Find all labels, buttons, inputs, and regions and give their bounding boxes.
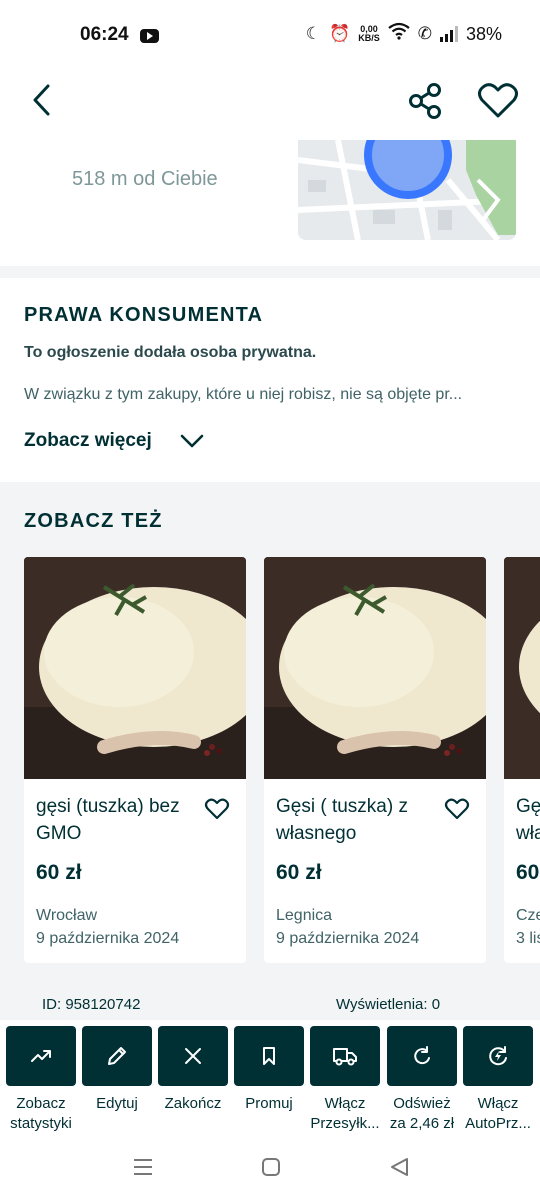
action-label: Zobacz xyxy=(16,1095,66,1112)
heart-icon xyxy=(444,798,470,820)
status-time: 06:24 xyxy=(80,24,129,45)
action-auto-refresh[interactable]: Włącz AutoPrz... xyxy=(460,1026,536,1134)
listing-card[interactable]: Gęsi ( tuszka) z własnego 60 zł Legnica … xyxy=(264,557,486,963)
statistics-button[interactable] xyxy=(6,1026,76,1086)
promote-button[interactable] xyxy=(234,1026,304,1086)
youtube-notification-icon xyxy=(140,29,159,43)
consumer-rights-section: PRAWA KONSUMENTA To ogłoszenie dodała os… xyxy=(0,278,540,480)
listing-views: Wyświetlenia: 0 xyxy=(336,996,441,1013)
listing-favorite-button[interactable] xyxy=(444,797,470,821)
auto-refresh-button[interactable] xyxy=(463,1026,533,1086)
action-label: Edytuj xyxy=(96,1095,138,1112)
location-section: 518 m od Ciebie xyxy=(0,140,540,266)
top-nav xyxy=(0,72,540,140)
alarm-icon: ⏰ xyxy=(329,24,351,43)
heart-icon xyxy=(204,798,230,820)
map-location-circle xyxy=(364,140,452,199)
battery-percentage: 38% xyxy=(465,23,502,44)
private-seller-notice: To ogłoszenie dodała osoba prywatna. xyxy=(24,344,317,361)
listing-card[interactable]: gęsi (tuszka) bez GMO 60 zł Wrocław 9 pa… xyxy=(24,557,246,963)
do-not-disturb-moon-icon: ☾ xyxy=(305,24,322,43)
listing-id: ID: 958120742 xyxy=(42,996,141,1013)
listing-city: Legnica xyxy=(276,907,333,924)
chevron-down-icon xyxy=(180,434,204,448)
enable-shipping-button[interactable] xyxy=(310,1026,380,1086)
distance-text: 518 m od Ciebie xyxy=(72,168,218,190)
back-triangle-icon[interactable] xyxy=(388,1156,410,1178)
recent-apps-icon[interactable] xyxy=(132,1157,154,1177)
see-more-button[interactable]: Zobacz więcej xyxy=(24,430,204,452)
edit-button[interactable] xyxy=(82,1026,152,1086)
action-label-line2: statystyki xyxy=(10,1115,72,1132)
action-finish[interactable]: Zakończ xyxy=(155,1026,231,1114)
listing-image xyxy=(24,557,246,779)
listing-actions-bar: Zobacz statystyki Edytuj Zakończ Promuj … xyxy=(0,1020,540,1144)
see-also-title: ZOBACZ TEŻ xyxy=(24,510,163,532)
action-statistics[interactable]: Zobacz statystyki xyxy=(3,1026,79,1134)
listing-price: 60 xyxy=(516,861,540,884)
listing-date: 9 października 2024 xyxy=(36,930,180,947)
close-icon xyxy=(185,1048,201,1064)
network-speed: 0,00 KB/S xyxy=(358,25,380,43)
delivery-truck-icon xyxy=(333,1048,357,1066)
favorite-button[interactable] xyxy=(476,80,520,122)
listing-favorite-button[interactable] xyxy=(204,797,230,821)
status-bar: 06:24 ☾ ⏰ 0,00 KB/S ✆ 38% xyxy=(0,0,540,72)
heart-icon xyxy=(478,83,518,118)
listing-price: 60 zł xyxy=(36,861,82,884)
listing-date: 3 lis xyxy=(516,930,540,947)
listing-card[interactable]: Gę wła 60 Cze 3 lis xyxy=(504,557,540,963)
action-label-line2: AutoPrz... xyxy=(465,1115,531,1132)
wifi-icon xyxy=(388,22,410,46)
listing-date: 9 października 2024 xyxy=(276,930,420,947)
system-nav-bar xyxy=(0,1144,540,1200)
refresh-button[interactable] xyxy=(387,1026,457,1086)
listing-price: 60 zł xyxy=(276,861,322,884)
consumer-rights-text: W związku z tym zakupy, które u niej rob… xyxy=(24,386,463,403)
see-more-label: Zobacz więcej xyxy=(24,430,152,451)
action-label: Promuj xyxy=(245,1095,293,1112)
action-label-line2: za 2,46 zł xyxy=(389,1115,455,1132)
action-label: Zakończ xyxy=(164,1095,222,1112)
share-button[interactable] xyxy=(404,80,446,122)
consumer-rights-title: PRAWA KONSUMENTA xyxy=(24,304,264,326)
action-label: Odśwież xyxy=(393,1095,451,1112)
action-enable-shipping[interactable]: Włącz Przesyłk... xyxy=(307,1026,383,1134)
action-promote[interactable]: Promuj xyxy=(231,1026,307,1114)
listing-title: gęsi (tuszka) bez GMO xyxy=(36,796,180,844)
listing-image xyxy=(504,557,540,779)
listing-title: Gę wła xyxy=(516,796,540,844)
action-refresh[interactable]: Odśwież za 2,46 zł xyxy=(384,1026,460,1134)
action-edit[interactable]: Edytuj xyxy=(79,1026,155,1114)
back-arrow-icon xyxy=(33,84,50,116)
listing-city: Wrocław xyxy=(36,907,98,924)
listing-city: Cze xyxy=(516,907,540,924)
wifi-calling-icon: ✆ xyxy=(417,24,432,43)
action-label: Włącz xyxy=(477,1095,519,1112)
see-also-section: ZOBACZ TEŻ gęsi (tuszka) bez GMO 60 zł W… xyxy=(0,482,540,1022)
share-icon xyxy=(409,83,441,119)
status-icons: ☾ ⏰ 0,00 KB/S ✆ 38% xyxy=(306,22,502,46)
finish-button[interactable] xyxy=(158,1026,228,1086)
pencil-icon xyxy=(108,1047,126,1065)
back-button[interactable] xyxy=(24,80,64,120)
map-thumbnail[interactable] xyxy=(298,140,516,240)
listing-image xyxy=(264,557,486,779)
home-icon[interactable] xyxy=(260,1156,282,1178)
section-divider xyxy=(0,266,540,278)
trending-up-icon xyxy=(31,1050,51,1062)
bookmark-icon xyxy=(263,1047,275,1065)
auto-refresh-icon xyxy=(489,1046,507,1066)
cell-signal-icon xyxy=(439,26,458,42)
network-speed-unit: KB/S xyxy=(358,33,380,43)
listing-title: Gęsi ( tuszka) z własnego xyxy=(276,796,408,844)
action-label-line2: Przesyłk... xyxy=(310,1115,380,1132)
refresh-icon xyxy=(414,1046,430,1065)
action-label: Włącz xyxy=(324,1095,366,1112)
